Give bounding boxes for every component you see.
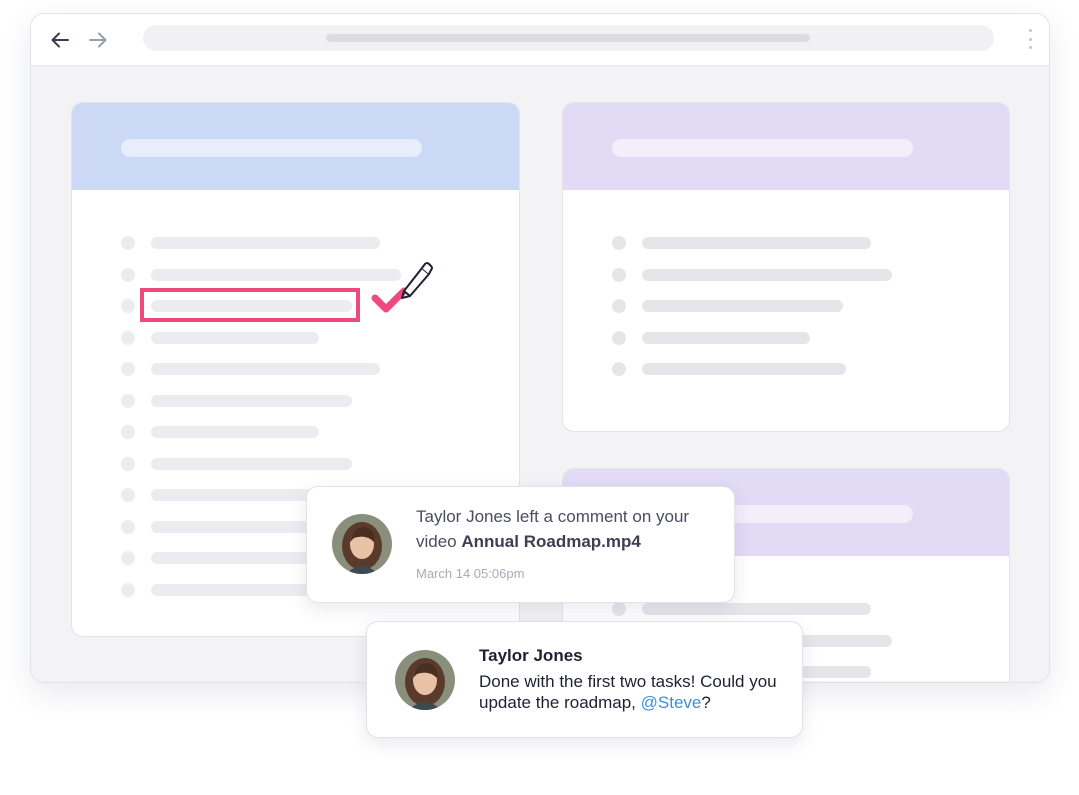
list-bullet [121,551,135,565]
list-item-placeholder [151,426,319,438]
card-header [563,103,1009,190]
list-bullet [121,236,135,250]
arrow-left-icon [51,32,69,48]
list-bullet [121,330,135,345]
checkmark-icon [371,262,433,313]
notification-timestamp: March 14 05:06pm [416,566,525,581]
list-bullet [121,488,135,502]
video-filename: Annual Roadmap.mp4 [461,532,641,551]
list-bullet [612,236,626,250]
card-title-placeholder [612,139,913,157]
list-bullet [121,267,135,282]
card-header [72,103,519,190]
list-item-placeholder [642,603,871,615]
list-item-placeholder [151,394,352,407]
list-item-placeholder [642,331,810,344]
comment-card[interactable]: Taylor Jones Done with the first two tas… [366,621,803,738]
list-item-placeholder [151,331,319,344]
pencil-icon [401,262,433,299]
comment-text: Done with the first two tasks! Could you… [479,672,777,712]
highlighted-task[interactable] [140,288,360,322]
browser-toolbar [31,14,1049,66]
address-bar[interactable] [143,25,994,51]
notification-message: Taylor Jones left a comment on your vide… [416,507,690,551]
list-item-placeholder [151,457,352,470]
list-bullet [612,330,626,345]
comment-author: Taylor Jones [479,646,583,665]
forward-button[interactable] [85,27,111,53]
avatar [332,514,392,574]
list-item-placeholder [642,268,892,281]
list-bullet [121,519,135,534]
list-item-placeholder [151,237,380,249]
list-bullet [612,602,626,616]
back-button[interactable] [47,27,73,53]
url-placeholder [326,34,810,42]
task-card-right [562,102,1010,432]
list-bullet [121,362,135,376]
list-item-placeholder [642,237,871,249]
avatar [395,650,455,710]
list-bullet [121,299,135,313]
list-bullet [612,299,626,313]
kebab-menu-icon[interactable] [1021,29,1039,49]
card-title-placeholder [121,139,422,157]
list-item-placeholder [642,363,846,375]
list-item-placeholder [151,268,401,281]
list-bullet [121,456,135,471]
list-bullet [121,425,135,439]
list-bullet [121,393,135,408]
mention-link[interactable]: @Steve [641,693,702,712]
list-bullet [121,582,135,597]
arrow-right-icon [89,32,107,48]
comment-notification[interactable]: Taylor Jones left a comment on your vide… [306,486,735,603]
list-item-placeholder [151,363,380,375]
list-bullet [612,267,626,282]
list-bullet [612,362,626,376]
list-item-placeholder [642,300,843,312]
